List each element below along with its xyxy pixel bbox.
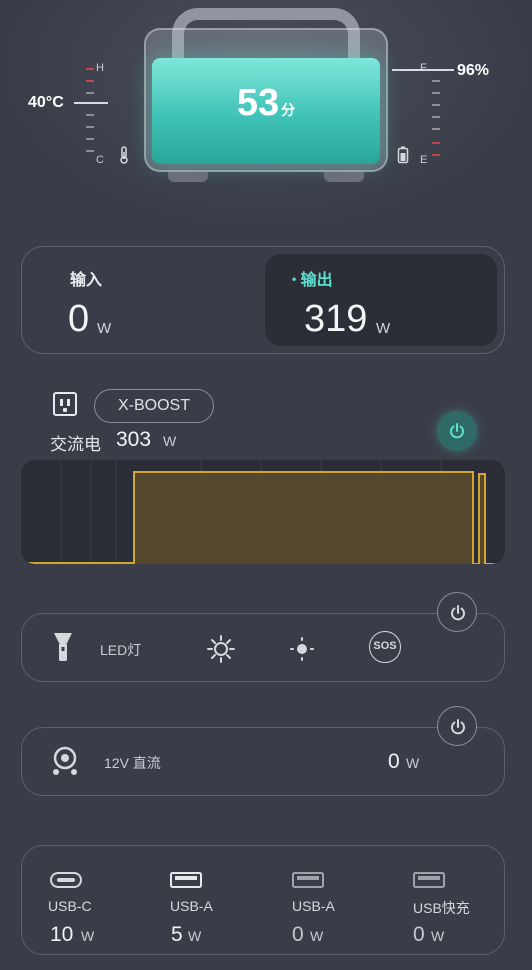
usb-fast-icon xyxy=(413,872,445,893)
output-value: 319 xyxy=(304,298,368,340)
charge-tick xyxy=(432,128,440,130)
ac-power-area xyxy=(134,472,485,564)
thermometer-icon xyxy=(118,146,130,169)
sos-icon[interactable]: SOS xyxy=(369,631,401,663)
power-icon xyxy=(450,423,464,439)
usb-port-unit: W xyxy=(188,928,202,944)
output-active-dot: • xyxy=(292,272,297,286)
led-power-button[interactable] xyxy=(437,592,477,632)
ac-power-button[interactable] xyxy=(437,411,477,451)
usb-a-icon xyxy=(170,872,202,893)
usb-port-value: 0 xyxy=(413,923,425,946)
output-unit: W xyxy=(376,320,391,337)
led-label: LED灯 xyxy=(100,642,142,658)
usb-a-icon xyxy=(292,872,324,893)
charge-tick xyxy=(432,92,440,94)
usb-port-unit: W xyxy=(431,928,445,944)
temperature-readout: 40°C xyxy=(28,94,64,111)
usb-port-unit: W xyxy=(81,928,95,944)
input-label: 输入 xyxy=(70,272,103,289)
usb-port-value: 0 xyxy=(292,923,304,946)
charge-tick xyxy=(432,116,440,118)
temp-high-label: H xyxy=(96,62,104,74)
dc12v-value: 0 xyxy=(388,750,400,773)
input-value: 0 xyxy=(68,298,90,340)
usb-port-unit: W xyxy=(310,928,324,944)
led-card xyxy=(21,613,505,682)
usb-port-label: USB-C xyxy=(48,898,92,914)
charge-tick xyxy=(432,80,440,82)
remaining-minutes: 53 xyxy=(236,82,280,124)
temp-tick xyxy=(86,68,94,70)
bright-sun-icon[interactable] xyxy=(206,634,236,669)
charge-percent-readout: 96% xyxy=(457,62,490,79)
ac-value: 303 xyxy=(116,428,152,451)
usb-port-value: 5 xyxy=(171,923,183,946)
battery-icon xyxy=(397,146,409,169)
output-label-text: 输出 xyxy=(300,272,333,289)
charge-full-label: F xyxy=(420,62,427,74)
xboost-button[interactable]: X-BOOST xyxy=(94,389,214,423)
usb-port-value: 10 xyxy=(50,923,74,946)
temp-tick xyxy=(86,92,94,94)
ac-socket-icon xyxy=(53,392,77,416)
output-label: • 输出 xyxy=(292,266,333,290)
power-icon xyxy=(451,719,465,735)
charge-empty-label: E xyxy=(420,154,428,166)
temp-pointer xyxy=(74,102,108,104)
dc12v-power-button[interactable] xyxy=(437,706,477,746)
charge-pointer xyxy=(392,69,454,71)
dim-sun-icon[interactable] xyxy=(289,636,315,667)
charge-tick xyxy=(432,142,440,144)
dc12v-unit: W xyxy=(406,755,420,771)
ac-power-history-chart xyxy=(21,460,505,564)
temp-tick xyxy=(86,114,94,116)
car-outlet-icon xyxy=(50,745,80,782)
usb-port-label: USB-A xyxy=(170,898,213,914)
usb-c-icon xyxy=(50,872,82,893)
flashlight-icon xyxy=(52,632,74,669)
remaining-time: 53 分 xyxy=(152,82,380,125)
dc12v-label: 12V 直流 xyxy=(104,755,161,771)
sos-text: SOS xyxy=(373,640,397,652)
charge-tick xyxy=(432,154,440,156)
usb-port-label: USB快充 xyxy=(413,900,470,916)
device-foot xyxy=(168,172,208,182)
temp-tick xyxy=(86,126,94,128)
power-icon xyxy=(451,605,465,621)
dc12v-card xyxy=(21,727,505,796)
ac-unit: W xyxy=(163,433,177,449)
temp-tick xyxy=(86,150,94,152)
ac-label: 交流电 xyxy=(50,435,101,454)
input-unit: W xyxy=(97,320,112,337)
temp-tick xyxy=(86,80,94,82)
remaining-minutes-unit: 分 xyxy=(281,102,296,118)
charge-tick xyxy=(432,104,440,106)
usb-port-label: USB-A xyxy=(292,898,335,914)
device-foot xyxy=(324,172,364,182)
temp-tick xyxy=(86,138,94,140)
temp-low-label: C xyxy=(96,154,104,166)
